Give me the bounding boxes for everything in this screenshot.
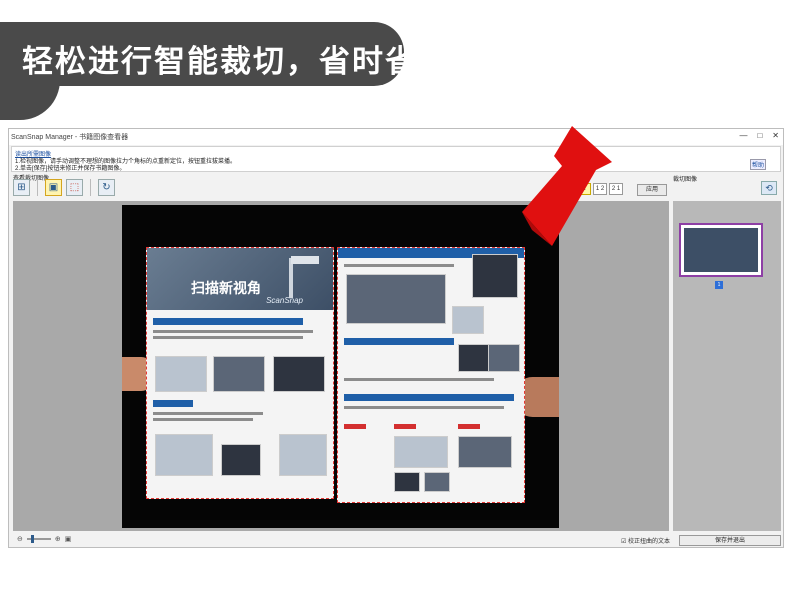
page-hero-title: 扫描新视角 (191, 281, 261, 297)
page-brand: ScanSnap (266, 296, 303, 305)
text-line (344, 264, 454, 267)
page-photo (488, 344, 520, 372)
banner-tail (0, 80, 60, 120)
minimize-button[interactable]: — (739, 131, 747, 140)
page-photo (424, 472, 450, 492)
section-heading (344, 338, 454, 345)
auto-crop-button[interactable]: ▣ (45, 179, 62, 196)
page-photo (279, 434, 327, 476)
section-heading (153, 400, 193, 407)
text-line (344, 378, 494, 381)
book-view-button[interactable]: ⊞ (13, 179, 30, 196)
edit-toolbar: ⊞ ▣ ⬚ ↻ (13, 179, 115, 196)
text-line (153, 418, 253, 421)
screen-photo (346, 274, 446, 324)
page-photo (213, 356, 265, 392)
close-button[interactable]: ✕ (772, 131, 779, 140)
save-and-close-button[interactable]: 保存并退出 (679, 535, 781, 546)
page-photo (155, 356, 207, 392)
promo-banner-text: 轻松进行智能裁切，省时省力 (22, 44, 451, 80)
rotate-button[interactable]: ↻ (98, 179, 115, 196)
help-button[interactable]: 帮助 (749, 159, 766, 170)
scanner-illustration (289, 256, 319, 298)
page-thumbnail[interactable] (679, 223, 763, 277)
window-controls: — □ ✕ (739, 131, 779, 140)
manual-crop-button[interactable]: ⬚ (66, 179, 83, 196)
instruction-step-2: 2.单击[保存]按钮来修正并保存书籍图像。 (15, 166, 126, 172)
page-photo (458, 436, 512, 468)
page-hero: 扫描新视角 ScanSnap (147, 248, 333, 310)
zoom-controls: ⊖ ⊕ ▣ (17, 535, 71, 543)
scanner-photo (472, 254, 518, 298)
zoom-in-icon[interactable]: ⊕ (55, 535, 61, 543)
crop-icon: ▣ (48, 182, 59, 193)
thumbnail-panel: 1 (673, 201, 781, 531)
toolbar-separator (90, 179, 91, 196)
page-photo (221, 444, 261, 476)
page-photo (452, 306, 484, 334)
right-page-crop[interactable] (337, 247, 525, 503)
fit-page-icon[interactable]: ▣ (65, 535, 72, 543)
section-heading (153, 318, 303, 325)
instructions-panel: 读出所需图像 1.检视图像，请手动调整不理想的图像拉力个角标的点重新定位，按钮重… (11, 146, 781, 172)
thumbnails-label: 裁切图像 (673, 177, 698, 183)
rotate-icon: ↻ (102, 182, 111, 193)
status-bar: ⊖ ⊕ ▣ ☑ 校正扭曲的文本 保存并退出 (9, 533, 783, 547)
maximize-button[interactable]: □ (757, 131, 762, 140)
apply-button[interactable]: 应用 (637, 184, 667, 196)
zoom-slider[interactable] (26, 535, 51, 543)
thumbnail-rotate-button[interactable]: ⟲ (761, 181, 777, 195)
toolbar-separator (37, 179, 38, 196)
book-icon: ⊞ (17, 182, 26, 193)
text-line (153, 336, 303, 339)
page-photo (394, 436, 448, 468)
red-tag (394, 424, 416, 429)
title-bar: ScanSnap Manager - 书籍图像查看器 — □ ✕ (9, 129, 783, 145)
text-line (344, 406, 504, 409)
page-photo (394, 472, 420, 492)
thumbnail-image (684, 228, 758, 272)
dashed-crop-icon: ⬚ (69, 182, 80, 193)
zoom-out-icon[interactable]: ⊖ (17, 535, 23, 543)
scanned-book-photo: 扫描新视角 ScanSnap (122, 205, 559, 528)
text-line (153, 412, 263, 415)
page-photo (273, 356, 325, 392)
correct-distorted-text-checkbox[interactable]: ☑ 校正扭曲的文本 (621, 536, 670, 545)
text-line (153, 330, 313, 333)
red-tag (458, 424, 480, 429)
red-arrow-annotation (522, 126, 612, 246)
window-title: ScanSnap Manager - 书籍图像查看器 (11, 134, 129, 141)
book-image-viewer-window: ScanSnap Manager - 书籍图像查看器 — □ ✕ 读出所需图像 … (8, 128, 784, 548)
left-page-crop[interactable]: 扫描新视角 ScanSnap (146, 247, 334, 499)
section-heading (344, 394, 514, 401)
page-photo (155, 434, 213, 476)
refresh-icon: ⟲ (765, 183, 773, 193)
thumbnail-number-badge: 1 (715, 281, 723, 289)
red-tag (344, 424, 366, 429)
